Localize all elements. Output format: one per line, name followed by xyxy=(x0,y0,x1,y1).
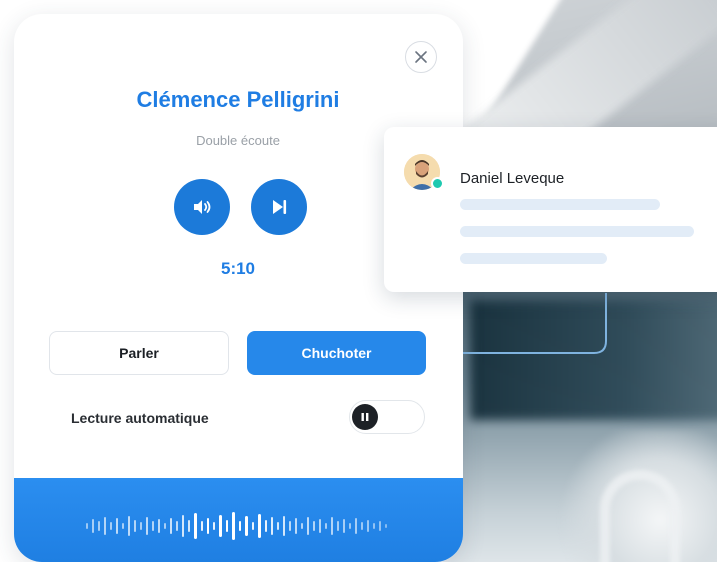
autoplay-toggle[interactable] xyxy=(349,400,425,434)
placeholder-line xyxy=(460,253,607,264)
participant-name: Daniel Leveque xyxy=(460,170,565,187)
autoplay-label: Lecture automatique xyxy=(71,410,209,426)
placeholder-line xyxy=(460,226,694,237)
volume-button[interactable] xyxy=(174,179,230,235)
online-status-dot xyxy=(431,177,444,190)
pause-icon xyxy=(352,404,378,430)
placeholder-line xyxy=(460,199,660,210)
close-button[interactable] xyxy=(405,41,437,73)
caller-name: Clémence Pelligrini xyxy=(136,87,340,112)
speak-button[interactable]: Parler xyxy=(49,331,229,375)
next-button[interactable] xyxy=(251,179,307,235)
waveform-icon xyxy=(86,512,387,540)
skip-next-icon xyxy=(273,200,287,214)
close-icon xyxy=(415,51,427,63)
whisper-button[interactable]: Chuchoter xyxy=(247,331,426,375)
speaker-icon xyxy=(194,200,211,214)
